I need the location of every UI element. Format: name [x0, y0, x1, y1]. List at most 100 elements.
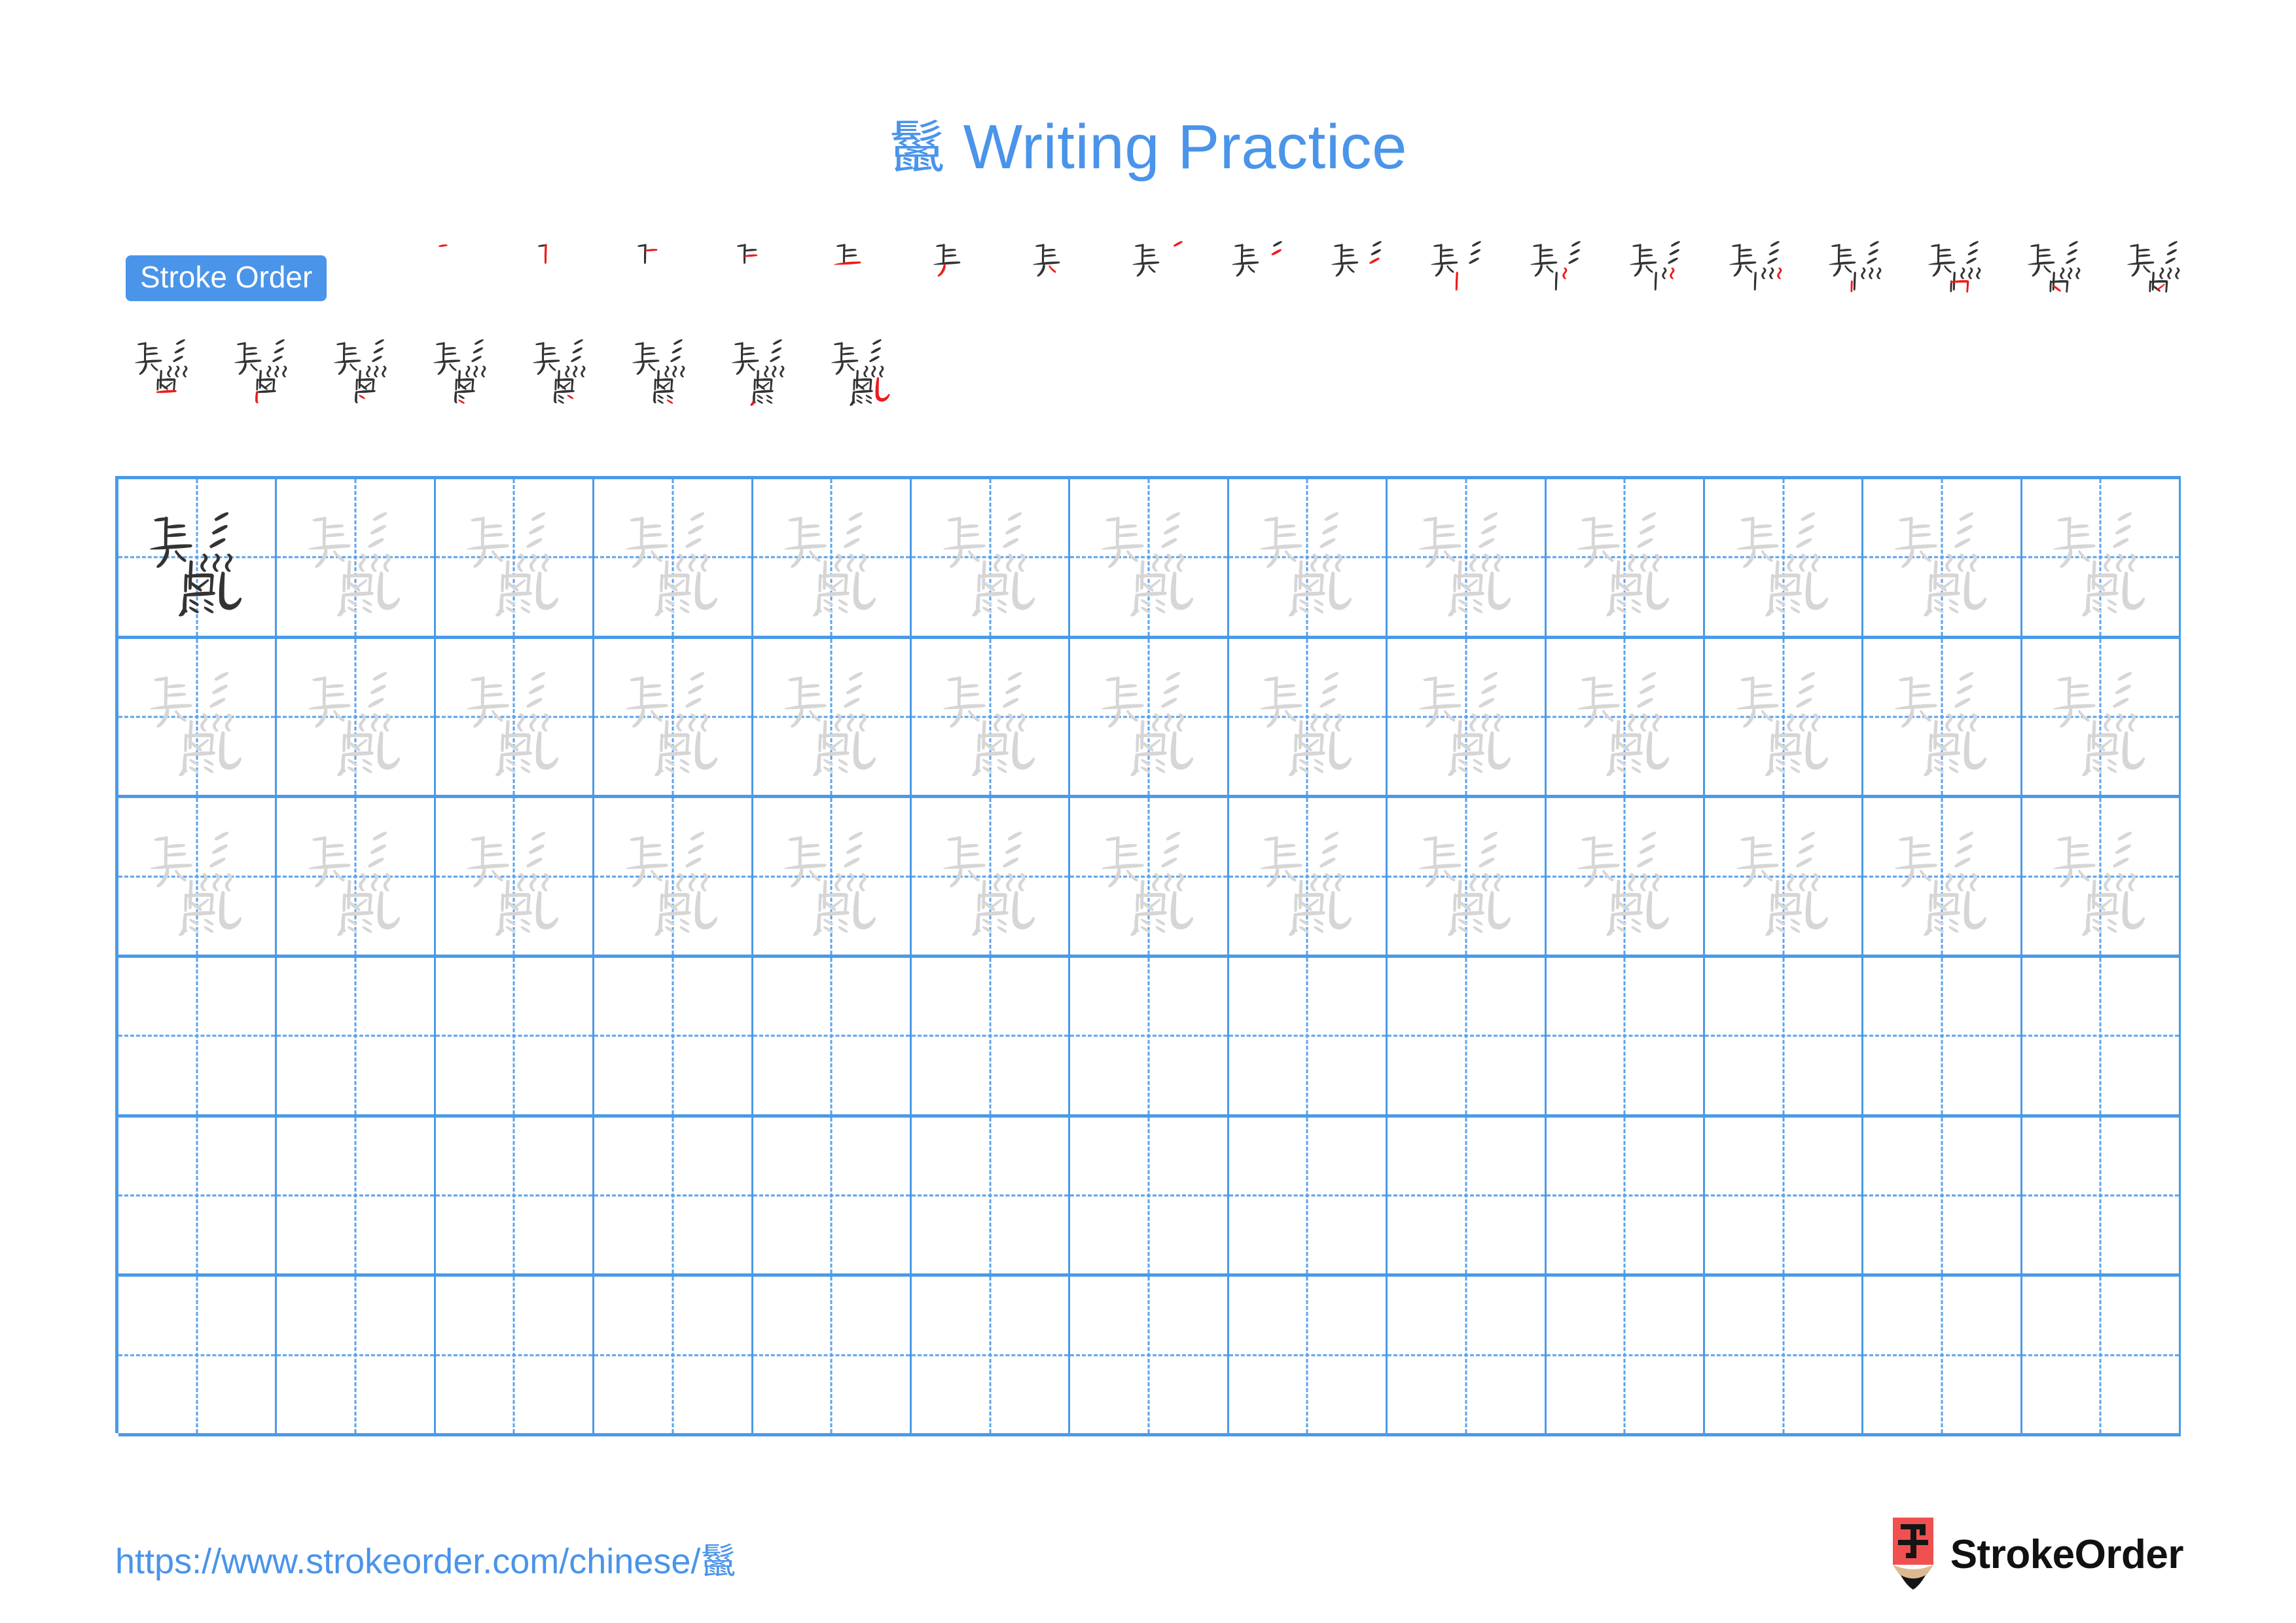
practice-grid-cell[interactable] [118, 479, 278, 636]
practice-grid-cell[interactable] [435, 957, 595, 1114]
practice-grid-cell[interactable] [594, 1117, 753, 1274]
practice-grid-cell[interactable] [1229, 1117, 1388, 1274]
practice-grid-cell[interactable] [753, 1117, 912, 1274]
practice-grid-cell[interactable] [594, 479, 753, 636]
practice-grid-cell[interactable] [1070, 638, 1229, 795]
practice-grid-cell[interactable] [1070, 1277, 1229, 1433]
practice-grid-cell[interactable] [911, 638, 1071, 795]
practice-grid-cell[interactable] [435, 1117, 595, 1274]
practice-grid-cell[interactable] [435, 638, 595, 795]
practice-grid-cell[interactable] [753, 638, 912, 795]
practice-grid-cell[interactable] [1070, 957, 1229, 1114]
practice-grid-cell[interactable] [2022, 638, 2181, 795]
horizontal-guide-line [753, 1194, 910, 1197]
practice-grid-cell[interactable] [1388, 1117, 1547, 1274]
tracing-character [784, 831, 876, 936]
practice-grid-cell[interactable] [911, 1277, 1071, 1433]
practice-grid-cell[interactable] [1863, 957, 2022, 1114]
practice-grid-cell[interactable] [1070, 798, 1229, 955]
practice-grid-cell[interactable] [435, 798, 595, 955]
practice-grid-cell[interactable] [118, 1277, 278, 1433]
practice-grid-cell[interactable] [1546, 638, 1705, 795]
practice-grid-cell[interactable] [1070, 479, 1229, 636]
practice-grid-cell[interactable] [2022, 798, 2181, 955]
tracing-character [1102, 831, 1194, 936]
practice-grid-cell[interactable] [118, 798, 278, 955]
practice-grid-cell[interactable] [594, 798, 753, 955]
horizontal-guide-line [1863, 1194, 2020, 1197]
tracing-character [784, 672, 876, 776]
horizontal-guide-line [1863, 1354, 2020, 1357]
stroke-step [814, 230, 914, 322]
practice-grid-cell[interactable] [435, 479, 595, 636]
brand-logo: StrokeOrder [1890, 1518, 2184, 1591]
practice-grid-cell[interactable] [753, 798, 912, 955]
practice-grid-cell[interactable] [1229, 957, 1388, 1114]
practice-grid-cell[interactable] [911, 1117, 1071, 1274]
practice-grid-cell[interactable] [1388, 798, 1547, 955]
practice-grid-cell[interactable] [1546, 1277, 1705, 1433]
practice-grid-cell[interactable] [1070, 1117, 1229, 1274]
tracing-character [943, 512, 1035, 617]
practice-grid-cell[interactable] [1704, 638, 1864, 795]
title-character: 鬣 [888, 115, 946, 181]
practice-grid-cell[interactable] [1388, 957, 1547, 1114]
practice-grid-cell[interactable] [2022, 1117, 2181, 1274]
practice-grid-cell[interactable] [1546, 798, 1705, 955]
practice-grid-cell[interactable] [277, 1277, 436, 1433]
practice-grid-cell[interactable] [2022, 1277, 2181, 1433]
practice-grid-cell[interactable] [1546, 1117, 1705, 1274]
practice-grid-cell[interactable] [911, 479, 1071, 636]
practice-grid-cell[interactable] [1229, 479, 1388, 636]
practice-grid-cell[interactable] [1546, 957, 1705, 1114]
practice-grid-cell[interactable] [277, 798, 436, 955]
practice-grid-cell[interactable] [594, 638, 753, 795]
practice-grid-cell[interactable] [277, 1117, 436, 1274]
stroke-step [615, 230, 715, 322]
practice-grid-cell[interactable] [118, 957, 278, 1114]
practice-grid-cell[interactable] [1388, 1277, 1547, 1433]
horizontal-guide-line [435, 1194, 593, 1197]
horizontal-guide-line [1546, 1354, 1703, 1357]
practice-grid-cell[interactable] [911, 957, 1071, 1114]
practice-grid-cell[interactable] [2022, 479, 2181, 636]
title-suffix: Writing Practice [963, 112, 1408, 182]
horizontal-guide-line [1704, 1354, 1862, 1357]
stroke-step [1610, 230, 1710, 322]
practice-grid-cell[interactable] [2022, 957, 2181, 1114]
practice-grid-cell[interactable] [277, 479, 436, 636]
stroke-step [1710, 230, 1809, 322]
practice-grid-cell[interactable] [277, 957, 436, 1114]
tracing-character [784, 512, 876, 617]
practice-grid-cell[interactable] [1546, 479, 1705, 636]
practice-grid-cell[interactable] [1863, 638, 2022, 795]
practice-grid-cell[interactable] [1704, 1117, 1864, 1274]
practice-grid-cell[interactable] [1704, 479, 1864, 636]
practice-grid-cell[interactable] [911, 798, 1071, 955]
practice-grid-cell[interactable] [1388, 638, 1547, 795]
practice-grid-cell[interactable] [753, 1277, 912, 1433]
practice-grid-row [118, 638, 2181, 799]
practice-grid-cell[interactable] [594, 957, 753, 1114]
practice-grid-cell[interactable] [1229, 1277, 1388, 1433]
practice-grid-cell[interactable] [118, 1117, 278, 1274]
practice-grid-cell[interactable] [1863, 479, 2022, 636]
practice-grid-cell[interactable] [277, 638, 436, 795]
practice-grid-cell[interactable] [1704, 1277, 1864, 1433]
practice-grid-cell[interactable] [435, 1277, 595, 1433]
practice-grid-cell[interactable] [1229, 638, 1388, 795]
practice-grid-cell[interactable] [1704, 798, 1864, 955]
practice-grid-cell[interactable] [1863, 798, 2022, 955]
practice-grid-cell[interactable] [1863, 1277, 2022, 1433]
practice-grid-cell[interactable] [753, 479, 912, 636]
source-url[interactable]: https://www.strokeorder.com/chinese/鬣 [115, 1532, 736, 1584]
practice-grid-row [118, 479, 2181, 639]
practice-grid-cell[interactable] [753, 957, 912, 1114]
practice-grid-cell[interactable] [118, 638, 278, 795]
practice-grid-cell[interactable] [1388, 479, 1547, 636]
practice-grid-cell[interactable] [1229, 798, 1388, 955]
practice-grid-cell[interactable] [1863, 1117, 2022, 1274]
practice-grid-cell[interactable] [1704, 957, 1864, 1114]
horizontal-guide-line [435, 1034, 593, 1037]
practice-grid-cell[interactable] [594, 1277, 753, 1433]
